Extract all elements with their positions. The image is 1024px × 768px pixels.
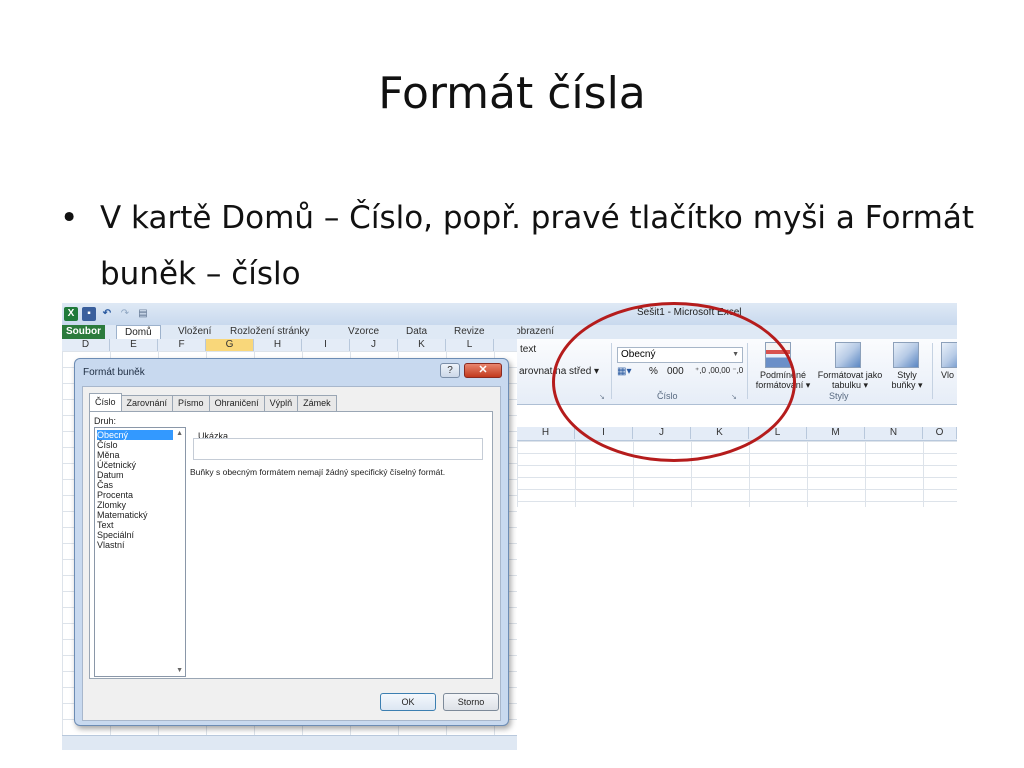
format-as-table-button[interactable]: Formátovat jako tabulku ▾ bbox=[815, 370, 885, 390]
column-header[interactable]: J bbox=[350, 339, 398, 351]
close-button[interactable]: ✕ bbox=[464, 363, 502, 378]
bullet-item: • V kartě Domů – Číslo, popř. pravé tlač… bbox=[60, 190, 980, 302]
scroll-down-icon[interactable]: ▼ bbox=[176, 667, 183, 674]
tab-font[interactable]: Písmo bbox=[172, 395, 210, 411]
tab-formulas[interactable]: Vzorce bbox=[348, 325, 379, 339]
excel-screenshot-left: X ▪ ↶ ↷ ▤ Soubor Domů Vložení Rozložení … bbox=[62, 303, 517, 750]
tab-fill[interactable]: Výplň bbox=[263, 395, 299, 411]
category-list[interactable]: Obecný Číslo Měna Účetnický Datum Čas Pr… bbox=[94, 427, 186, 677]
column-header[interactable]: L bbox=[446, 339, 494, 351]
column-header-row: D E F G H I J K L bbox=[62, 339, 517, 351]
list-item[interactable]: Číslo bbox=[97, 440, 118, 450]
cell-styles-button[interactable]: Styly buňky ▾ bbox=[887, 370, 927, 390]
highlight-ellipse bbox=[552, 302, 796, 462]
ribbon-tabs: Soubor Domů Vložení Rozložení stránky Vz… bbox=[62, 325, 517, 339]
redo-icon[interactable]: ↷ bbox=[118, 307, 132, 321]
list-item[interactable]: Čas bbox=[97, 480, 113, 490]
undo-icon[interactable]: ↶ bbox=[100, 307, 114, 321]
dialog-title: Formát buněk bbox=[83, 367, 145, 378]
list-item[interactable]: Text bbox=[97, 520, 114, 530]
list-item[interactable]: Procenta bbox=[97, 490, 133, 500]
column-header[interactable]: E bbox=[110, 339, 158, 351]
list-item-selected[interactable]: Obecný bbox=[97, 430, 173, 440]
column-header[interactable]: I bbox=[302, 339, 350, 351]
sample-box bbox=[193, 438, 483, 460]
group-separator bbox=[932, 343, 933, 399]
column-header-selected[interactable]: G bbox=[206, 339, 254, 351]
slide-title: Formát čísla bbox=[378, 68, 646, 119]
tab-review[interactable]: Revize bbox=[454, 325, 485, 339]
cancel-button[interactable]: Storno bbox=[443, 693, 499, 711]
styles-group-label: Styly bbox=[829, 391, 849, 401]
column-header[interactable]: D bbox=[62, 339, 110, 351]
spreadsheet-grid-right[interactable] bbox=[517, 441, 957, 507]
dialog-body: Číslo Zarovnání Písmo Ohraničení Výplň Z… bbox=[82, 386, 501, 721]
column-header[interactable]: O bbox=[923, 427, 957, 439]
ok-button[interactable]: OK bbox=[380, 693, 436, 711]
column-header[interactable]: H bbox=[254, 339, 302, 351]
insert-cells-icon[interactable] bbox=[941, 342, 957, 368]
tab-data[interactable]: Data bbox=[406, 325, 427, 339]
tab-view[interactable]: Zobrazení bbox=[517, 325, 554, 339]
format-description: Buňky s obecným formátem nemají žádný sp… bbox=[190, 467, 446, 477]
column-header[interactable]: N bbox=[865, 427, 923, 439]
bullet-text: V kartě Domů – Číslo, popř. pravé tlačít… bbox=[100, 200, 974, 292]
wrap-text-button[interactable]: text bbox=[520, 344, 536, 355]
list-item[interactable]: Měna bbox=[97, 450, 120, 460]
tab-alignment[interactable]: Zarovnání bbox=[120, 395, 174, 411]
list-item[interactable]: Vlastní bbox=[97, 540, 125, 550]
list-item[interactable]: Účetnický bbox=[97, 460, 136, 470]
format-as-table-icon[interactable] bbox=[835, 342, 861, 368]
tab-file[interactable]: Soubor bbox=[62, 325, 105, 339]
status-bar bbox=[62, 735, 517, 750]
tab-insert[interactable]: Vložení bbox=[178, 325, 211, 339]
column-header[interactable]: H bbox=[517, 427, 575, 439]
list-item[interactable]: Datum bbox=[97, 470, 124, 480]
tab-page-layout[interactable]: Rozložení stránky bbox=[230, 325, 309, 339]
tab-home[interactable]: Domů bbox=[116, 325, 161, 339]
tab-number[interactable]: Číslo bbox=[89, 393, 122, 411]
quick-access-toolbar: X ▪ ↶ ↷ ▤ bbox=[62, 303, 517, 325]
dialog-tab-strip: Číslo Zarovnání Písmo Ohraničení Výplň Z… bbox=[89, 393, 337, 411]
save-icon[interactable]: ▪ bbox=[82, 307, 96, 321]
category-label: Druh: bbox=[94, 416, 117, 426]
tab-protection[interactable]: Zámek bbox=[297, 395, 337, 411]
format-cells-dialog: Formát buněk ? ✕ Číslo Zarovnání Písmo O… bbox=[74, 358, 509, 726]
insert-button-partial[interactable]: Vlo bbox=[941, 370, 954, 380]
bullet-marker: • bbox=[60, 200, 79, 236]
list-item[interactable]: Zlomky bbox=[97, 500, 126, 510]
column-header[interactable]: F bbox=[158, 339, 206, 351]
print-preview-icon[interactable]: ▤ bbox=[136, 307, 150, 321]
help-button[interactable]: ? bbox=[440, 363, 460, 378]
tab-border[interactable]: Ohraničení bbox=[208, 395, 265, 411]
excel-logo-icon: X bbox=[64, 307, 78, 321]
cell-styles-icon[interactable] bbox=[893, 342, 919, 368]
column-header[interactable]: K bbox=[398, 339, 446, 351]
number-tab-panel: Druh: Obecný Číslo Měna Účetnický Datum … bbox=[89, 411, 493, 679]
list-item[interactable]: Speciální bbox=[97, 530, 134, 540]
list-item[interactable]: Matematický bbox=[97, 510, 148, 520]
scroll-up-icon[interactable]: ▲ bbox=[176, 430, 183, 437]
column-header[interactable]: M bbox=[807, 427, 865, 439]
